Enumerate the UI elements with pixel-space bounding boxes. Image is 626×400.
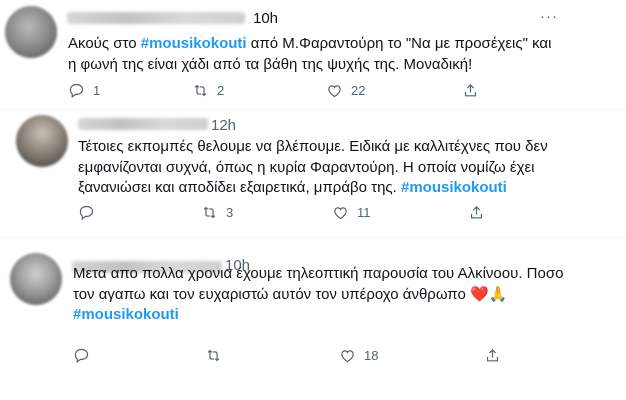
tweet-timestamp[interactable]: 10h <box>253 10 278 27</box>
emoji: ❤️🙏 <box>469 285 508 303</box>
tweet-actions: 1 2 22 <box>68 82 608 102</box>
like-icon <box>341 350 354 363</box>
retweet-icon <box>194 84 207 97</box>
like-icon <box>334 207 347 220</box>
retweet-count: 3 <box>226 205 234 220</box>
share-icon <box>464 83 477 97</box>
avatar[interactable] <box>10 253 62 305</box>
reply-icon <box>69 83 84 99</box>
reply-icon <box>79 205 94 221</box>
retweet-button[interactable]: 2 <box>192 82 224 99</box>
retweet-button[interactable] <box>205 347 230 364</box>
tweet-text: Τέτοιες εκπομπές θελουμε να βλέπουμε. Ει… <box>78 137 548 199</box>
reply-count: 1 <box>93 83 101 98</box>
like-count: 11 <box>357 205 371 220</box>
tweet-text-part: από Μ.Φαραντούρη το "Να με προσέχεις" κα… <box>246 35 552 52</box>
retweet-count: 2 <box>217 83 225 98</box>
redacted-username <box>67 12 245 24</box>
tweet-text-line: Μετα απο πολλα χρονια έχουμε τηλεοπτική … <box>73 265 564 282</box>
reply-button[interactable] <box>73 347 98 364</box>
share-button[interactable] <box>462 82 479 99</box>
hashtag-link[interactable]: #mousikokouti <box>401 179 507 196</box>
retweet-icon <box>203 206 216 219</box>
share-icon <box>486 348 499 362</box>
share-button[interactable] <box>468 204 485 221</box>
hashtag-link[interactable]: #mousikokouti <box>73 305 563 326</box>
tweet-text: Ακούς στο #mousikokouti από Μ.Φαραντούρη… <box>68 34 551 75</box>
divider <box>0 237 626 238</box>
like-button[interactable]: 18 <box>339 347 378 364</box>
tweet-actions: 18 <box>73 347 613 367</box>
tweet-text-line: τον αγαπω και τον ευχαριστώ αυτόν τον υπ… <box>73 285 470 303</box>
hashtag-link[interactable]: #mousikokouti <box>141 35 247 52</box>
reply-button[interactable]: 1 <box>68 82 100 99</box>
like-button[interactable]: 11 <box>332 204 371 221</box>
tweet-text-line: εμφανίζονται συχνά, όπως η κυρία Φαραντο… <box>78 158 535 176</box>
more-icon[interactable]: ··· <box>540 8 558 25</box>
tweet-text-line: ξαναν­ιώσει και αποδίδει εξαιρετικά, μπρ… <box>78 179 401 196</box>
tweet-3[interactable]: 10h Μετα απο πολλα χρονια έχουμε τηλεοπτ… <box>0 244 626 400</box>
reply-icon <box>74 348 89 364</box>
like-count: 22 <box>351 83 366 98</box>
tweet-2[interactable]: 12h Τέτοιες εκπομπές θελουμε να βλέπουμε… <box>0 112 626 233</box>
tweet-1[interactable]: 10h ··· Ακούς στο #mousikokouti από Μ.Φα… <box>0 0 610 108</box>
share-button[interactable] <box>484 347 501 364</box>
divider <box>0 109 626 110</box>
like-count: 18 <box>364 348 379 363</box>
like-icon <box>328 85 341 98</box>
tweet-text: Μετα απο πολλα χρονια έχουμε τηλεοπτική … <box>73 264 563 326</box>
share-icon <box>470 205 483 219</box>
avatar[interactable] <box>16 115 68 167</box>
tweet-actions: 3 11 <box>78 204 618 224</box>
reply-button[interactable] <box>78 204 103 221</box>
tweet-text-line: η φωνή της είναι χάδι από τα βάθη της ψυ… <box>68 55 473 73</box>
avatar[interactable] <box>5 6 57 58</box>
tweet-text-part: Ακούς στο <box>68 35 141 52</box>
tweet-text-line: Τέτοιες εκπομπές θελουμε να βλέπουμε. Ει… <box>78 138 548 155</box>
tweet-timestamp[interactable]: 12h <box>211 117 236 134</box>
like-button[interactable]: 22 <box>326 82 365 99</box>
retweet-button[interactable]: 3 <box>201 204 233 221</box>
redacted-username <box>78 118 208 130</box>
retweet-icon <box>207 349 220 362</box>
